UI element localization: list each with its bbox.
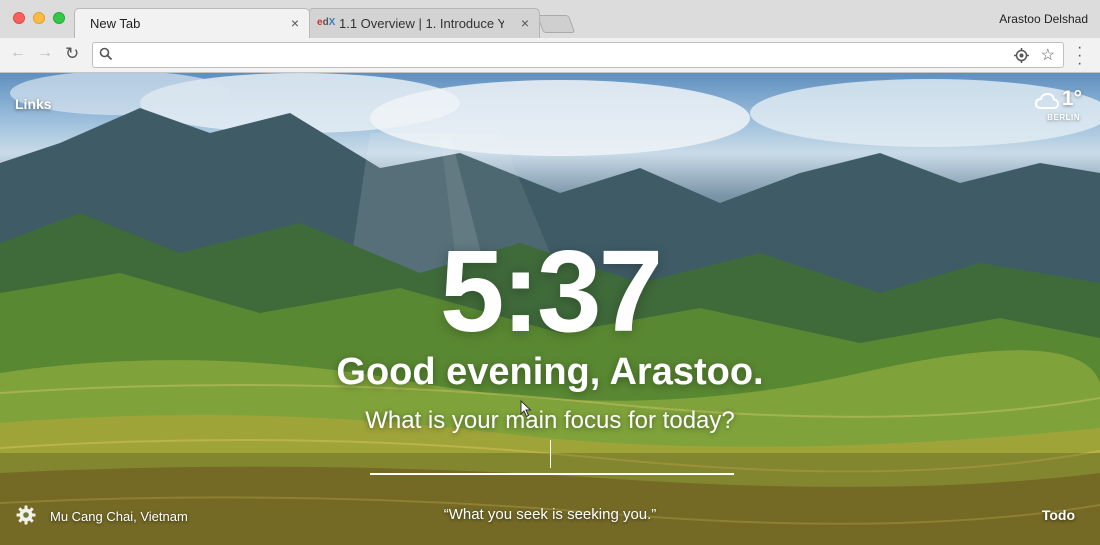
tab-bar: New Tab × edX 1.1 Overview | 1. Introduc… (0, 0, 1100, 38)
mouse-cursor-icon (520, 400, 532, 418)
tab-label: 1.1 Overview | 1. Introduce Yo (339, 16, 504, 31)
address-bar[interactable]: ☆ (92, 42, 1064, 68)
new-tab-dashboard: Links 1° BERLIN 5:37 Good evening, Arast… (0, 73, 1100, 545)
temperature: 1° (1061, 87, 1082, 110)
text-caret (550, 440, 551, 468)
new-tab-button[interactable] (536, 15, 576, 33)
tab-edx-overview[interactable]: edX 1.1 Overview | 1. Introduce Yo × (308, 8, 540, 38)
cloud-icon (1034, 92, 1059, 109)
tab-new-tab[interactable]: New Tab × (74, 8, 310, 38)
bookmark-star-icon[interactable]: ☆ (1041, 45, 1055, 65)
links-button[interactable]: Links (15, 96, 52, 112)
weather-widget[interactable]: 1° BERLIN (1034, 87, 1082, 122)
forward-arrow-icon[interactable]: → (37, 44, 53, 62)
toolbar: ← → ↻ ☆ · · · (0, 38, 1100, 73)
browser-chrome: New Tab × edX 1.1 Overview | 1. Introduc… (0, 0, 1100, 73)
close-window-button[interactable] (13, 12, 25, 24)
location-target-icon[interactable] (1014, 48, 1029, 63)
todo-button[interactable]: Todo (1042, 507, 1075, 523)
edx-icon: edX (317, 17, 336, 28)
daily-quote[interactable]: “What you seek is seeking you.” (0, 506, 1100, 523)
close-icon[interactable]: × (521, 15, 529, 31)
zoom-window-button[interactable] (53, 12, 65, 24)
minimize-window-button[interactable] (33, 12, 45, 24)
address-input[interactable] (117, 46, 1001, 66)
weather-city: BERLIN (1047, 113, 1080, 122)
greeting: Good evening, Arastoo. (336, 351, 764, 393)
focus-question: What is your main focus for today? (365, 407, 735, 434)
tab-label: New Tab (90, 16, 141, 31)
focus-input[interactable] (370, 437, 734, 475)
profile-name[interactable]: Arastoo Delshad (999, 12, 1088, 26)
clock: 5:37 (439, 226, 663, 356)
back-arrow-icon[interactable]: ← (10, 44, 26, 62)
close-icon[interactable]: × (291, 15, 299, 31)
reload-icon[interactable]: ↻ (65, 44, 79, 64)
menu-dots-icon[interactable]: · · · (1077, 40, 1082, 72)
search-icon (99, 47, 113, 61)
